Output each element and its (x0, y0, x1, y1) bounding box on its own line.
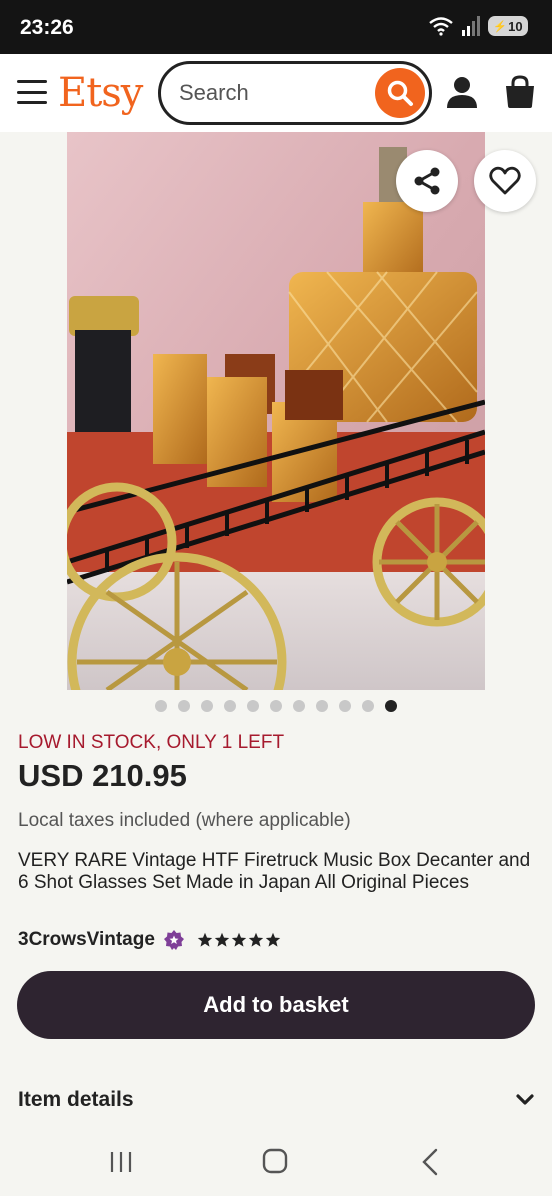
shop-row[interactable]: 3CrowsVintage (18, 928, 281, 952)
battery-charging-icon: ⚡ (493, 20, 508, 33)
stock-notice: LOW IN STOCK, ONLY 1 LEFT (18, 732, 285, 753)
wifi-icon (429, 17, 453, 36)
header: Etsy (0, 54, 552, 132)
star-icon (265, 932, 281, 947)
battery-level: 10 (508, 18, 523, 34)
product-title: VERY RARE Vintage HTF Firetruck Music Bo… (18, 850, 531, 893)
signal-icon (462, 16, 480, 36)
gallery-dot[interactable] (201, 700, 213, 712)
gallery-dot[interactable] (224, 700, 236, 712)
product-photo (67, 132, 485, 690)
item-details-toggle[interactable]: Item details (18, 1084, 534, 1116)
gallery-dot[interactable] (155, 700, 167, 712)
star-icon (231, 932, 247, 947)
battery-indicator: ⚡ 10 (488, 16, 528, 36)
star-icon (214, 932, 230, 947)
recents-icon[interactable] (108, 1150, 134, 1174)
status-time: 23:26 (20, 16, 74, 39)
gallery-dot[interactable] (293, 700, 305, 712)
star-icon (248, 932, 264, 947)
gallery-dot[interactable] (178, 700, 190, 712)
search-input[interactable] (179, 78, 369, 108)
product-gallery[interactable] (0, 132, 552, 690)
star-icon (197, 932, 213, 947)
add-to-basket-button[interactable]: Add to basket (17, 971, 535, 1039)
gallery-dot[interactable] (270, 700, 282, 712)
gallery-dot[interactable] (385, 700, 397, 712)
star-seller-badge-icon (163, 930, 184, 950)
gallery-dot[interactable] (316, 700, 328, 712)
basket-icon[interactable] (502, 74, 538, 110)
back-icon[interactable] (418, 1148, 442, 1176)
heart-icon (489, 166, 521, 195)
account-icon[interactable] (444, 74, 480, 110)
chevron-down-icon (516, 1094, 534, 1105)
share-icon (414, 167, 440, 195)
gallery-pagination (0, 700, 552, 716)
favorite-button[interactable] (474, 150, 536, 212)
search-icon (387, 80, 413, 106)
status-icons: ⚡ 10 (428, 16, 528, 36)
system-nav-bar (0, 1128, 552, 1196)
search-bar[interactable] (158, 61, 432, 125)
product-image[interactable] (67, 132, 485, 690)
shop-name[interactable]: 3CrowsVintage (18, 929, 155, 951)
taxes-note: Local taxes included (where applicable) (18, 810, 351, 831)
gallery-dot[interactable] (339, 700, 351, 712)
home-icon[interactable] (262, 1148, 288, 1174)
item-details-label: Item details (18, 1088, 134, 1111)
status-bar: 23:26 ⚡ 10 (0, 0, 552, 54)
rating-stars (197, 932, 281, 948)
product-price: USD 210.95 (18, 758, 187, 793)
search-button[interactable] (375, 68, 425, 118)
share-button[interactable] (396, 150, 458, 212)
etsy-logo[interactable]: Etsy (58, 70, 143, 116)
gallery-dot[interactable] (362, 700, 374, 712)
gallery-dot[interactable] (247, 700, 259, 712)
menu-icon[interactable] (17, 80, 47, 104)
